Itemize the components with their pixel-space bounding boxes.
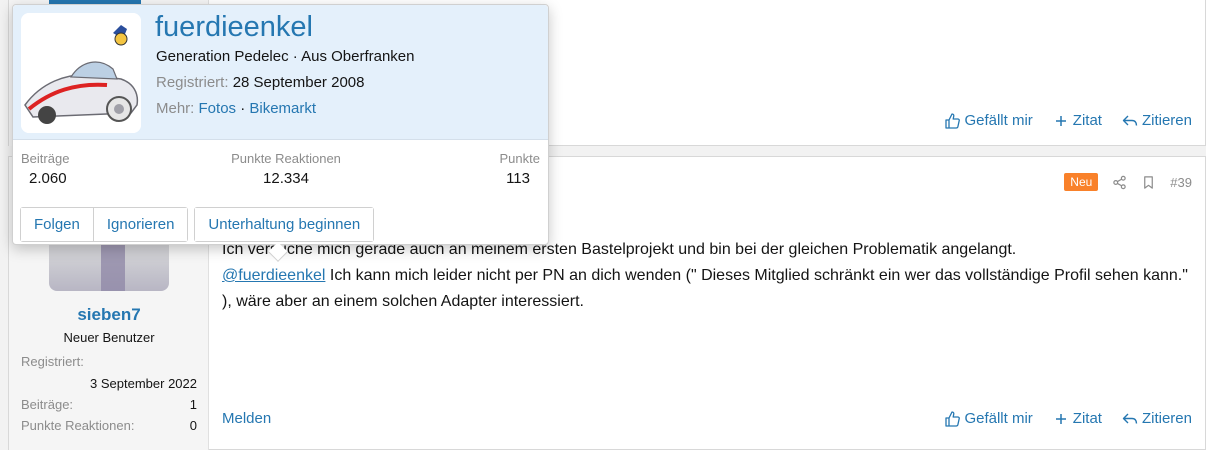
stat-posts-value: 2.060 — [29, 170, 67, 187]
conversation-group: Unterhaltung beginnen — [194, 207, 375, 242]
follow-button[interactable]: Folgen — [21, 208, 93, 241]
member-more-links: Mehr: Fotos · Bikemarkt — [156, 100, 316, 117]
more-label: Mehr: — [156, 100, 195, 117]
quote-label: Zitat — [1072, 410, 1102, 427]
reply-icon — [1122, 115, 1138, 126]
post-header: Neu #39 — [1064, 173, 1192, 191]
user-registered-date: 3 September 2022 — [21, 376, 197, 391]
quote-button[interactable]: Zitat — [1053, 410, 1102, 427]
bikemarket-link[interactable]: Bikemarkt — [249, 100, 316, 117]
member-subtitle: Generation Pedelec · Aus Oberfranken — [156, 48, 415, 65]
stat-reactions: Punkte Reaktionen 12.334 — [221, 151, 351, 187]
post-text-rest: Ich kann mich leider nicht per PN an dic… — [222, 267, 1188, 310]
reply-button[interactable]: Zitieren — [1122, 112, 1192, 129]
member-tooltip: fuerdieenkel Generation Pedelec · Aus Ob… — [12, 4, 549, 262]
member-registered-label: Registriert: — [156, 74, 229, 91]
stat-points-value: 113 — [506, 170, 530, 187]
stat-posts: Beiträge 2.060 — [21, 151, 69, 187]
posts-value: 1 — [189, 397, 197, 412]
more-separator: · — [236, 100, 250, 117]
post-actions: Gefällt mir Zitat Zitieren — [944, 410, 1192, 427]
race-car-avatar-image — [21, 13, 141, 133]
reactions-label: Punkte Reaktionen: — [21, 418, 135, 433]
plus-icon — [1055, 115, 1066, 126]
reply-label: Zitieren — [1141, 112, 1192, 129]
post-text-line2: @fuerdieenkel Ich kann mich leider nicht… — [222, 263, 1197, 315]
member-registered: Registriert: 28 September 2008 — [156, 74, 364, 91]
user-reactions: Punkte Reaktionen: 0 — [21, 418, 197, 433]
stat-reactions-value: 12.334 — [263, 170, 309, 187]
like-label: Gefällt mir — [964, 410, 1033, 427]
stat-points: Punkte 113 — [500, 151, 540, 187]
member-avatar[interactable] — [21, 13, 141, 133]
user-registered: Registriert: — [21, 354, 197, 369]
quote-label: Zitat — [1072, 112, 1102, 129]
quote-button[interactable]: Zitat — [1053, 112, 1102, 129]
bookmark-icon[interactable] — [1141, 175, 1156, 190]
member-actions: Folgen Ignorieren Unterhaltung beginnen — [20, 207, 375, 242]
photos-link[interactable]: Fotos — [199, 100, 237, 117]
reply-icon — [1122, 413, 1138, 424]
post-username[interactable]: sieben7 — [9, 305, 209, 325]
member-registered-value: 28 September 2008 — [232, 74, 365, 91]
reply-button[interactable]: Zitieren — [1122, 410, 1192, 427]
member-username-link[interactable]: fuerdieenkel — [155, 11, 313, 44]
post-number[interactable]: #39 — [1170, 175, 1192, 190]
thumbs-up-icon — [945, 112, 961, 129]
registered-label: Registriert: — [21, 354, 84, 369]
share-icon[interactable] — [1112, 175, 1127, 190]
thumbs-up-icon — [945, 410, 961, 427]
stat-reactions-label: Punkte Reaktionen — [231, 151, 341, 166]
previous-post-actions: Gefällt mir Zitat Zitieren — [944, 112, 1192, 129]
new-badge: Neu — [1064, 173, 1099, 191]
like-label: Gefällt mir — [964, 112, 1033, 129]
reactions-value: 0 — [189, 418, 197, 433]
user-title: Neuer Benutzer — [63, 330, 155, 345]
user-posts: Beiträge: 1 — [21, 397, 197, 412]
registered-value: 3 September 2022 — [90, 376, 197, 391]
follow-ignore-group: Folgen Ignorieren — [20, 207, 189, 242]
start-conversation-button[interactable]: Unterhaltung beginnen — [195, 208, 374, 241]
member-stats: Beiträge 2.060 Punkte Reaktionen 12.334 … — [13, 151, 548, 195]
plus-icon — [1055, 413, 1066, 424]
post-body: Ich versuche mich gerade auch an meinem … — [222, 237, 1197, 315]
stat-points-label: Punkte — [499, 151, 540, 166]
report-link[interactable]: Melden — [222, 410, 271, 427]
reply-label: Zitieren — [1141, 410, 1192, 427]
ignore-button[interactable]: Ignorieren — [92, 208, 188, 241]
user-mention-link[interactable]: @fuerdieenkel — [222, 267, 325, 284]
like-button[interactable]: Gefällt mir — [944, 112, 1033, 129]
posts-label: Beiträge: — [21, 397, 74, 412]
like-button[interactable]: Gefällt mir — [944, 410, 1033, 427]
stat-posts-label: Beiträge — [21, 151, 70, 166]
member-tooltip-header: fuerdieenkel Generation Pedelec · Aus Ob… — [13, 5, 548, 140]
